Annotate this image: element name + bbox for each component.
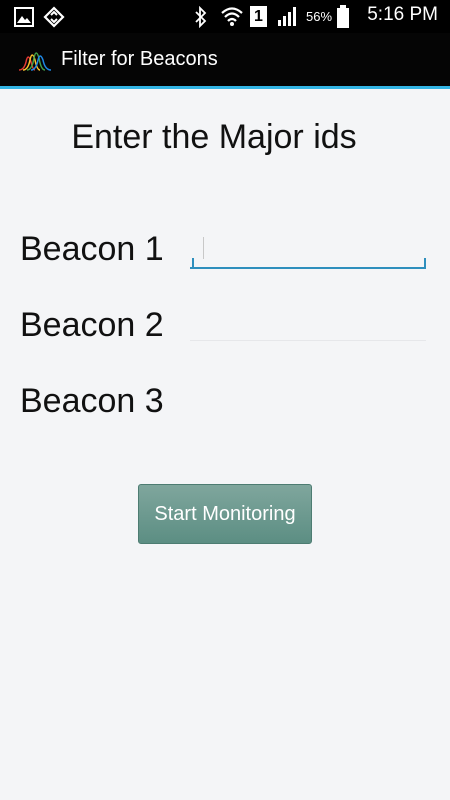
waveform-logo-icon[interactable] <box>18 48 52 74</box>
beacon-1-label: Beacon 1 <box>20 230 164 268</box>
sim-icon: 1 <box>250 6 267 27</box>
bluetooth-icon <box>195 6 207 28</box>
beacon-2-input[interactable] <box>190 303 426 343</box>
battery-percent: 56% <box>306 9 333 24</box>
beacon-1-input[interactable] <box>190 229 426 269</box>
beacon-1-input-left-edge <box>192 258 194 268</box>
beacon-2-label: Beacon 2 <box>20 306 164 344</box>
status-bar: 1 56% 5:16 PM <box>0 0 450 33</box>
beacon-2-input-underline <box>190 340 426 341</box>
signal-icon <box>278 7 296 26</box>
page-heading: Enter the Major ids <box>71 118 357 156</box>
text-cursor <box>203 237 204 259</box>
beacon-1-input-right-edge <box>424 258 426 268</box>
sync-icon <box>43 6 65 28</box>
beacon-3-label: Beacon 3 <box>20 382 164 420</box>
action-bar: Filter for Beacons <box>0 33 450 89</box>
action-bar-divider <box>0 86 450 89</box>
start-monitoring-button[interactable]: Start Monitoring <box>138 484 312 544</box>
status-time: 5:16 PM <box>367 4 438 25</box>
beacon-3-input[interactable] <box>190 378 426 418</box>
gallery-icon <box>14 7 34 27</box>
battery-icon <box>337 5 349 28</box>
wifi-icon <box>221 7 243 26</box>
app-title: Filter for Beacons <box>61 48 218 70</box>
